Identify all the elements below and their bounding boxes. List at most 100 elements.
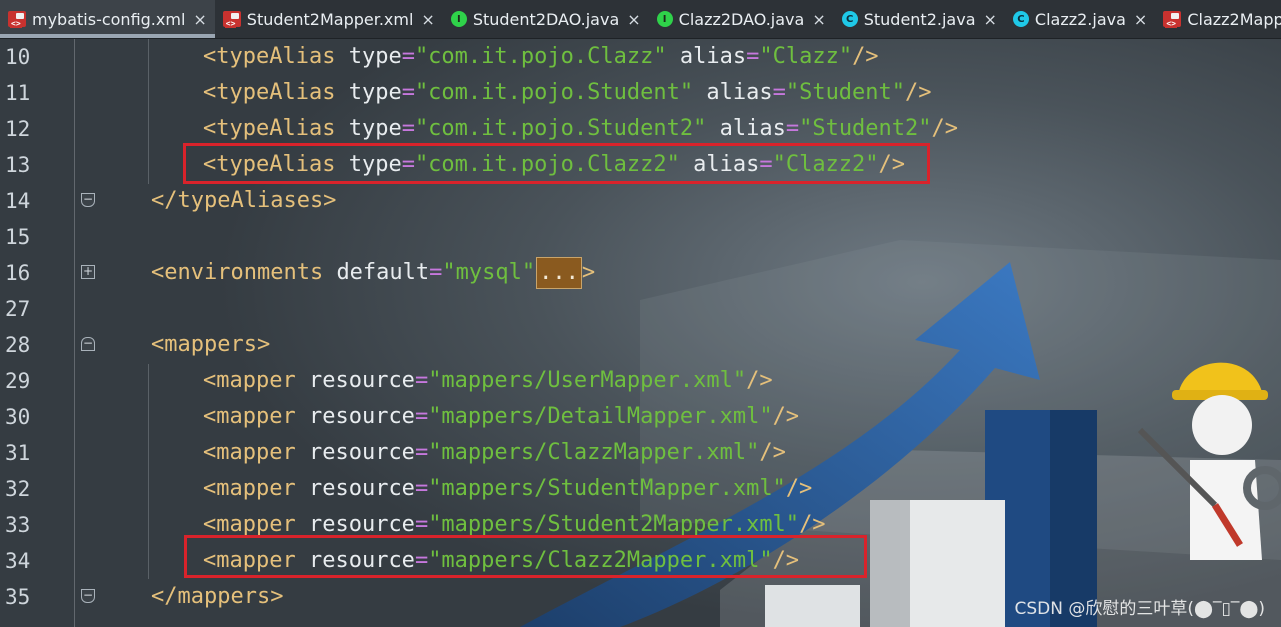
xml-attribute-name: resource — [308, 476, 415, 501]
close-icon[interactable]: × — [421, 10, 434, 29]
equals-sign: = — [414, 404, 429, 429]
close-icon[interactable]: × — [627, 10, 640, 29]
tab-label: Clazz2.java — [1034, 9, 1126, 29]
xml-attribute-name: type — [348, 44, 402, 69]
tag-close: /> — [905, 80, 932, 105]
highlight-box-mapper-clazz2 — [184, 535, 867, 578]
tab-label: Student2DAO.java — [472, 9, 620, 29]
xml-attribute-name: resource — [308, 512, 415, 537]
tab-mybatis-config-xml[interactable]: mybatis-config.xml × — [0, 0, 215, 38]
line-number: 14 — [5, 189, 31, 213]
csdn-watermark: CSDN @欣慰的三叶草(⬤‾▯‾⬤) — [1014, 599, 1265, 619]
code-text: <mapper resource="mappers/DetailMapper.x… — [203, 399, 799, 435]
tab-label: Clazz2DAO.java — [678, 9, 805, 29]
line-number: 16 — [5, 261, 31, 285]
xml-tag: </mappers> — [151, 584, 284, 609]
xml-attribute-name: resource — [308, 404, 415, 429]
equals-sign: = — [401, 44, 415, 69]
xml-attribute-value: "mappers/StudentMapper.xml" — [428, 476, 786, 501]
xml-file-icon — [1163, 11, 1182, 28]
xml-attribute-name: resource — [308, 440, 415, 465]
xml-attribute-name: default — [336, 260, 430, 285]
equals-sign: = — [772, 80, 786, 105]
tab-clazz2-java[interactable]: C Clazz2.java × — [1005, 0, 1155, 38]
line-number: 31 — [5, 441, 31, 465]
xml-attribute-value: "Student" — [785, 80, 906, 105]
xml-file-icon — [8, 11, 26, 28]
tag-close: /> — [746, 368, 773, 393]
equals-sign: = — [746, 44, 760, 69]
xml-tag: <typeAlias — [203, 116, 336, 141]
xml-attribute-value: "mappers/ClazzMapper.xml" — [428, 440, 760, 465]
tab-student2-java[interactable]: C Student2.java × — [834, 0, 1005, 38]
code-line: 15 — [0, 219, 1281, 255]
line-number: 33 — [5, 513, 31, 537]
editor-tab-bar: mybatis-config.xml × Student2Mapper.xml … — [0, 0, 1281, 39]
code-line: 14 </typeAliases> — [0, 183, 1281, 219]
code-line: 31 <mapper resource="mappers/ClazzMapper.… — [0, 435, 1281, 471]
code-editor[interactable]: − + − − 10 <typeAlias type="com.it.pojo.C… — [0, 39, 1281, 627]
xml-attribute-name: alias — [679, 44, 747, 69]
tab-clazz2mapper-xml[interactable]: Clazz2Mapper.xml — [1155, 0, 1281, 38]
xml-tag: <typeAlias — [203, 80, 336, 105]
code-text: <environments default="mysql"... > — [151, 255, 595, 291]
xml-tag: <mapper — [203, 368, 296, 393]
xml-tag: <mappers> — [151, 332, 271, 357]
close-icon[interactable]: × — [193, 10, 206, 29]
code-text: <typeAlias type = "com.it.pojo.Student" al… — [203, 75, 932, 111]
equals-sign: = — [401, 116, 415, 141]
equals-sign: = — [414, 512, 429, 537]
xml-attribute-value: "Clazz" — [759, 44, 853, 69]
xml-tag: </typeAliases> — [151, 188, 337, 213]
xml-attribute-value: "mappers/UserMapper.xml" — [428, 368, 747, 393]
equals-sign: = — [785, 116, 800, 141]
line-number: 11 — [5, 81, 31, 105]
code-line: 29 <mapper resource="mappers/UserMapper.x… — [0, 363, 1281, 399]
xml-attribute-name: type — [348, 80, 402, 105]
equals-sign: = — [414, 440, 429, 465]
class-icon: C — [1012, 11, 1029, 27]
tag-close: /> — [799, 512, 826, 537]
folded-region-placeholder[interactable]: ... — [536, 257, 582, 289]
close-icon[interactable]: × — [1134, 10, 1147, 29]
code-text: <mapper resource="mappers/ClazzMapper.xm… — [203, 435, 786, 471]
line-number: 27 — [5, 297, 31, 321]
code-line: 28 <mappers> — [0, 327, 1281, 363]
tag-close: /> — [759, 440, 786, 465]
xml-file-icon — [222, 11, 241, 28]
tab-student2dao-java[interactable]: I Student2DAO.java × — [443, 0, 649, 38]
line-number: 13 — [5, 153, 31, 177]
interface-icon: I — [656, 11, 673, 27]
code-text: <typeAlias type="com.it.pojo.Student2" a… — [203, 111, 958, 147]
code-line: 10 <typeAlias type="com.it.pojo.Clazz" al… — [0, 39, 1281, 75]
tab-clazz2dao-java[interactable]: I Clazz2DAO.java × — [649, 0, 834, 38]
xml-attribute-value: "mappers/DetailMapper.xml" — [428, 404, 773, 429]
line-number: 29 — [5, 369, 31, 393]
code-text: <mappers> — [151, 327, 270, 363]
line-number: 30 — [5, 405, 31, 429]
interface-icon: I — [450, 11, 467, 27]
code-line: 16 <environments default="mysql"... > — [0, 255, 1281, 291]
xml-tag: <mapper — [203, 476, 296, 501]
code-line: 11 <typeAlias type = "com.it.pojo.Student" … — [0, 75, 1281, 111]
line-number: 28 — [5, 333, 31, 357]
tab-student2mapper-xml[interactable]: Student2Mapper.xml × — [215, 0, 443, 38]
equals-sign: = — [429, 260, 443, 285]
close-icon[interactable]: × — [812, 10, 825, 29]
xml-attribute-value: "com.it.pojo.Student" — [414, 80, 694, 105]
code-line: 12 <typeAlias type="com.it.pojo.Student2"… — [0, 111, 1281, 147]
equals-sign: = — [414, 476, 429, 501]
xml-attribute-name: alias — [719, 116, 786, 141]
xml-attribute-name: alias — [706, 80, 773, 105]
tab-label: Clazz2Mapper.xml — [1187, 9, 1281, 29]
close-icon[interactable]: × — [984, 10, 997, 29]
code-text: <mapper resource="mappers/UserMapper.xml… — [203, 363, 773, 399]
xml-attribute-name: type — [348, 116, 402, 141]
xml-tag: <mapper — [203, 404, 296, 429]
code-line: 27 — [0, 291, 1281, 327]
tag-close: /> — [785, 476, 813, 501]
xml-attribute-value: "com.it.pojo.Student2" — [414, 116, 707, 141]
line-number: 32 — [5, 477, 31, 501]
code-text: </typeAliases> — [151, 183, 336, 219]
xml-tag: <mapper — [203, 512, 296, 537]
